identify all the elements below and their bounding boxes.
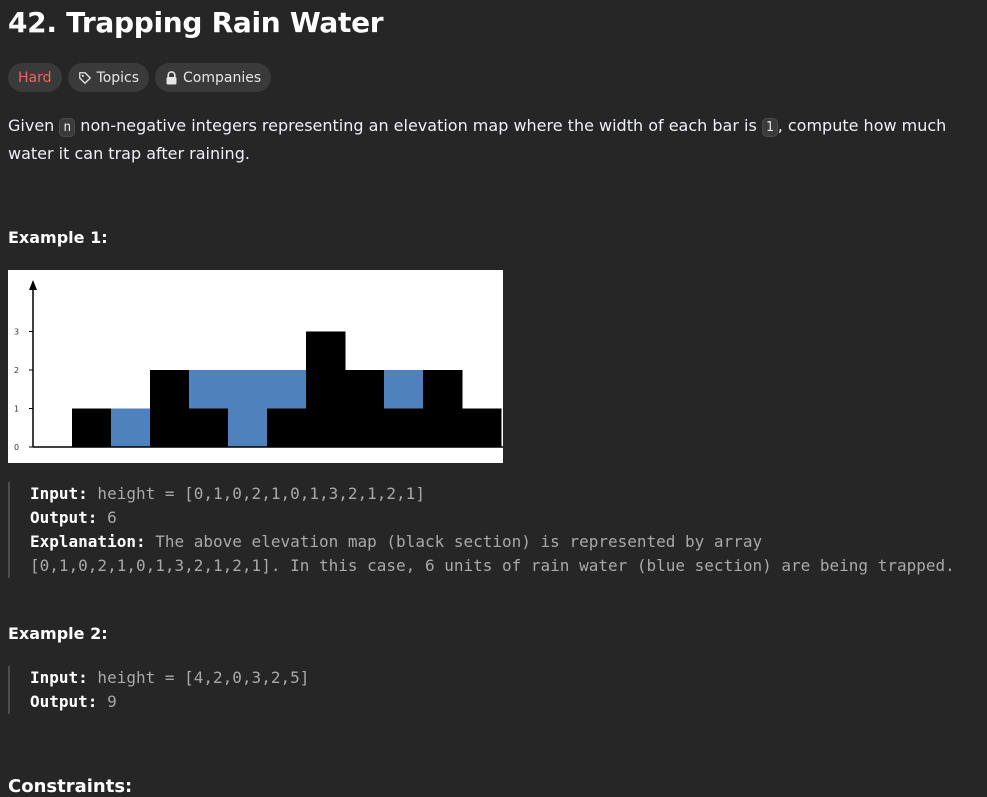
elevation-bar <box>150 370 190 447</box>
problem-title: 42. Trapping Rain Water <box>8 6 384 39</box>
elevation-chart: 0 1 2 3 <box>14 280 503 452</box>
y-tick-label: 0 <box>14 443 19 452</box>
problem-statement: Given n non-negative integers representi… <box>8 116 947 163</box>
inline-code-n: n <box>59 118 76 137</box>
output-label: Output: <box>30 508 98 527</box>
y-tick-label: 1 <box>14 405 19 414</box>
explanation-label: Explanation: <box>30 532 146 551</box>
elevation-bar <box>384 408 424 447</box>
input-label: Input: <box>30 484 88 503</box>
elevation-bar <box>267 408 307 447</box>
explanation-value: The above elevation map (black section) … <box>30 532 955 575</box>
elevation-bar <box>72 408 112 447</box>
elevation-bar <box>306 331 346 447</box>
elevation-bar <box>345 370 385 447</box>
water-segment <box>267 370 307 409</box>
water-segment <box>189 370 229 409</box>
input-value: height = [0,1,0,2,1,0,1,3,2,1,2,1] <box>87 484 425 503</box>
output-label: Output: <box>30 692 98 711</box>
tag-row: Hard Topics Companies <box>8 63 272 92</box>
water-segment <box>384 370 424 409</box>
example-1-title: Example 1: <box>8 228 108 247</box>
elevation-bar <box>423 370 463 447</box>
elevation-map-image: 0 1 2 3 <box>8 270 503 463</box>
difficulty-badge: Hard <box>8 63 62 92</box>
problem-description-panel: 42. Trapping Rain Water Hard Topics Comp… <box>0 0 987 797</box>
water-segment <box>228 370 268 447</box>
y-tick-label: 3 <box>14 328 19 337</box>
output-value: 6 <box>97 508 117 527</box>
input-label: Input: <box>30 668 88 687</box>
example-2-title: Example 2: <box>8 624 108 643</box>
difficulty-label: Hard <box>18 69 52 86</box>
topics-button[interactable]: Topics <box>67 63 150 92</box>
water-segment <box>111 408 151 447</box>
topics-label: Topics <box>96 69 140 86</box>
companies-button[interactable]: Companies <box>155 63 272 92</box>
elevation-bar <box>462 408 502 447</box>
lock-icon <box>165 70 178 85</box>
tag-icon <box>78 71 92 85</box>
example-1-block: Input: height = [0,1,0,2,1,0,1,3,2,1,2,1… <box>8 482 960 578</box>
elevation-bar <box>189 408 229 447</box>
example-2-block: Input: height = [4,2,0,3,2,5] Output: 9 <box>8 666 960 714</box>
input-value: height = [4,2,0,3,2,5] <box>87 668 310 687</box>
output-value: 9 <box>97 692 117 711</box>
companies-label: Companies <box>183 69 262 86</box>
y-tick-label: 2 <box>14 366 19 375</box>
inline-code-1: 1 <box>761 118 778 137</box>
constraints-heading: Constraints: <box>8 776 133 797</box>
y-axis-arrow <box>29 280 37 290</box>
